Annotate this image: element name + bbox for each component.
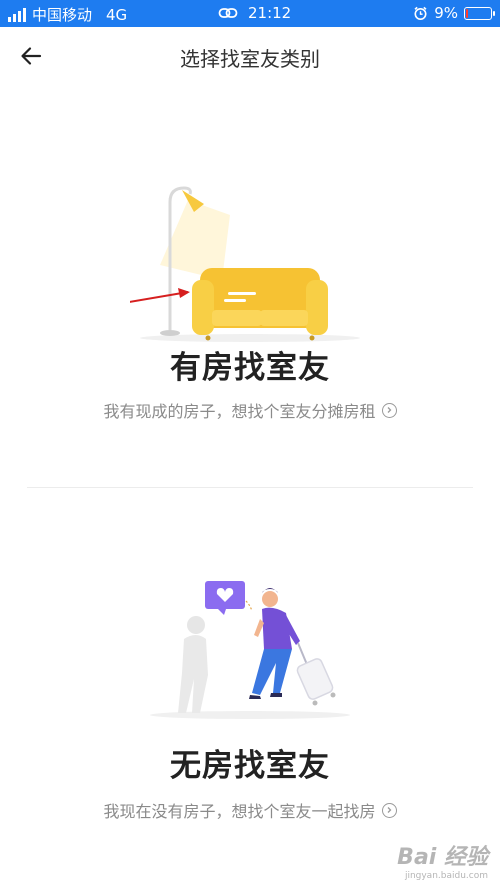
chevron-right-circle-icon [381,402,397,418]
traveler-illustration [150,581,350,719]
sofa-lamp-illustration [130,186,360,342]
link-icon [218,8,238,18]
option-no-room[interactable]: 无房找室友 我现在没有房子，想找个室友一起找房 [0,560,500,860]
option-description-text: 我现在没有房子，想找个室友一起找房 [103,802,376,821]
option-description: 我现在没有房子，想找个室友一起找房 [0,798,500,822]
status-center: 21:12 [218,4,291,22]
option-description-text: 我有现成的房子，想找个室友分摊房租 [103,402,376,421]
status-right: 9% [413,4,495,22]
signal-icon [8,7,26,22]
option-title: 有房找室友 [170,350,330,386]
carrier-label: 中国移动 [32,6,93,24]
watermark-url: jingyan.baidu.com [404,871,488,881]
option-description: 我有现成的房子，想找个室友分摊房租 [0,398,500,422]
network-label: 4G [106,5,128,24]
divider [27,487,473,488]
status-left: 中国移动 4G [8,4,127,25]
watermark-logo: Bai 经验 [397,845,488,870]
clock: 21:12 [248,4,292,22]
status-bar: 中国移动 4G 21:12 9% [0,0,500,27]
battery-percent: 9% [434,4,458,22]
option-title: 无房找室友 [170,748,330,784]
battery-icon [464,6,495,20]
watermark: Bai 经验 jingyan.baidu.com [397,839,488,881]
chevron-right-circle-icon [381,802,397,818]
page-title: 选择找室友类别 [180,47,320,71]
option-have-room[interactable]: 有房找室友 我有现成的房子，想找个室友分摊房租 [0,130,500,460]
alarm-icon [414,6,427,20]
header: 选择找室友类别 [0,27,500,85]
